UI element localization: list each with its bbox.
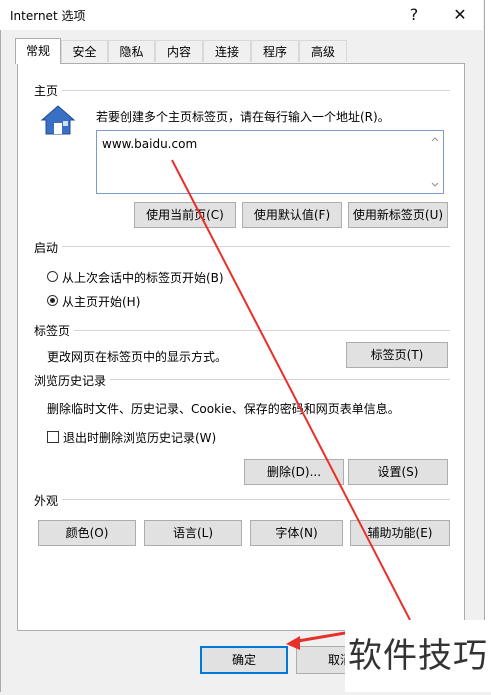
tab-connections[interactable]: 连接 [203, 40, 251, 62]
divider [34, 246, 450, 247]
history-section-label: 浏览历史记录 [34, 372, 111, 389]
ok-button[interactable]: 确定 [200, 646, 288, 674]
watermark-text: 软件技巧 [345, 620, 491, 692]
startup-homepage-radio[interactable] [47, 295, 58, 306]
divider [34, 90, 450, 91]
startup-section-label: 启动 [34, 239, 63, 256]
homepage-address-value: www.baidu.com [102, 137, 198, 151]
use-new-tab-button[interactable]: 使用新标签页(U) [348, 202, 448, 228]
homepage-instruction: 若要创建多个主页标签页，请在每行输入一个地址(R)。 [96, 110, 390, 124]
tab-advanced[interactable]: 高级 [299, 40, 347, 62]
tab-content[interactable]: 内容 [155, 40, 203, 62]
accessibility-button[interactable]: 辅助功能(E) [350, 520, 450, 546]
close-button[interactable]: ✕ [440, 2, 480, 28]
languages-button[interactable]: 语言(L) [144, 520, 242, 546]
use-current-button[interactable]: 使用当前页(C) [134, 202, 236, 228]
house-icon [40, 104, 76, 136]
tab-privacy[interactable]: 隐私 [108, 40, 155, 62]
fonts-button[interactable]: 字体(N) [250, 520, 343, 546]
use-default-button[interactable]: 使用默认值(F) [242, 202, 342, 228]
tab-general[interactable]: 常规 [15, 38, 61, 64]
delete-on-exit-checkbox[interactable] [47, 431, 59, 443]
homepage-section-label: 主页 [34, 82, 63, 99]
delete-history-button[interactable]: 删除(D)... [244, 459, 344, 485]
startup-homepage-label[interactable]: 从主页开始(H) [62, 293, 140, 310]
appearance-section-label: 外观 [34, 492, 63, 509]
colors-button[interactable]: 颜色(O) [38, 520, 136, 546]
history-settings-button[interactable]: 设置(S) [348, 459, 448, 485]
tabs-section-label: 标签页 [34, 322, 75, 339]
homepage-address-input[interactable]: www.baidu.com [96, 130, 444, 194]
history-description: 删除临时文件、历史记录、Cookie、保存的密码和网页表单信息。 [47, 402, 400, 416]
divider [34, 330, 450, 331]
tab-security[interactable]: 安全 [61, 40, 108, 62]
divider [34, 499, 450, 500]
startup-last-session-label[interactable]: 从上次会话中的标签页开始(B) [62, 269, 224, 286]
delete-on-exit-label[interactable]: 退出时删除浏览历史记录(W) [63, 429, 216, 446]
textarea-scrollbar[interactable] [429, 133, 441, 191]
tabs-description: 更改网页在标签页中的显示方式。 [47, 350, 228, 364]
help-button[interactable]: ? [394, 2, 434, 28]
tabs-settings-button[interactable]: 标签页(T) [346, 342, 448, 368]
tab-programs[interactable]: 程序 [251, 40, 299, 62]
startup-last-session-radio[interactable] [47, 271, 58, 282]
window-title: Internet 选项 [10, 9, 86, 23]
